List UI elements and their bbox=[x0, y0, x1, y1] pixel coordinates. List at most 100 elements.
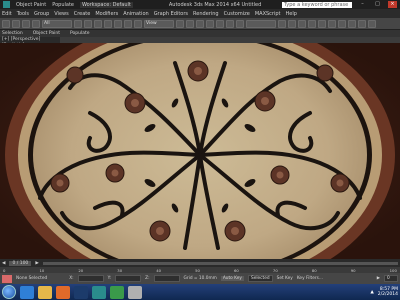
status-bar: None Selected X: Y: Z: Grid = 10.0mm Aut… bbox=[0, 273, 400, 284]
time-slider-track[interactable] bbox=[42, 261, 398, 265]
y-coordinate-field[interactable] bbox=[115, 275, 142, 282]
unlink-icon[interactable] bbox=[32, 19, 40, 28]
scale-icon[interactable] bbox=[134, 19, 142, 28]
render-icon[interactable] bbox=[368, 19, 376, 28]
select-object-icon[interactable] bbox=[74, 19, 82, 28]
select-by-name-icon[interactable] bbox=[84, 19, 92, 28]
maximize-button[interactable]: □ bbox=[373, 1, 382, 8]
tick-label: 100 bbox=[389, 267, 397, 273]
menu-maxscript[interactable]: MAXScript bbox=[255, 11, 281, 17]
spinner-snap-icon[interactable] bbox=[236, 19, 244, 28]
z-coordinate-field[interactable] bbox=[153, 275, 180, 282]
tick-label: 40 bbox=[156, 267, 162, 273]
menu-group[interactable]: Group bbox=[34, 11, 49, 17]
network-icon[interactable]: ▲ bbox=[370, 290, 373, 295]
menu-graph-editors[interactable]: Graph Editors bbox=[154, 11, 188, 17]
menu-rendering[interactable]: Rendering bbox=[193, 11, 219, 17]
time-slider: ◀ 0 / 100 ▶ bbox=[0, 259, 400, 267]
app-logo-icon[interactable] bbox=[3, 1, 10, 8]
align-icon[interactable] bbox=[288, 19, 296, 28]
menu-customize[interactable]: Customize bbox=[224, 11, 250, 17]
taskbar-app6-icon[interactable] bbox=[110, 285, 124, 299]
current-frame-field[interactable]: 0 bbox=[384, 275, 398, 282]
ribbon-tab-selection[interactable]: Selection bbox=[2, 31, 23, 36]
minimize-button[interactable]: – bbox=[358, 1, 367, 8]
start-button[interactable] bbox=[2, 285, 16, 299]
prev-frame-icon[interactable]: ◀ bbox=[2, 261, 5, 266]
menu-bar: Edit Tools Group Views Create Modifiers … bbox=[0, 9, 400, 18]
select-manipulate-icon[interactable] bbox=[186, 19, 194, 28]
grid-readout: Grid = 10.0mm bbox=[183, 276, 217, 281]
schematic-view-icon[interactable] bbox=[328, 19, 336, 28]
menu-tools[interactable]: Tools bbox=[17, 11, 29, 17]
title-menu-populate[interactable]: Populate bbox=[52, 2, 74, 8]
link-icon[interactable] bbox=[22, 19, 30, 28]
clock[interactable]: 8:57 PM 2/2/2014 bbox=[378, 287, 398, 297]
menu-animation[interactable]: Animation bbox=[123, 11, 149, 17]
material-editor-icon[interactable] bbox=[338, 19, 346, 28]
tick-label: 90 bbox=[350, 267, 356, 273]
menu-create[interactable]: Create bbox=[74, 11, 91, 17]
windows-taskbar: ▲ 8:57 PM 2/2/2014 bbox=[0, 284, 400, 300]
auto-key-button[interactable]: Auto Key bbox=[220, 276, 244, 281]
x-label: X: bbox=[69, 276, 74, 281]
selection-filter-dropdown[interactable]: All bbox=[42, 19, 72, 28]
tick-label: 20 bbox=[78, 267, 84, 273]
selection-status: None Selected bbox=[16, 276, 48, 281]
close-button[interactable]: × bbox=[388, 1, 397, 8]
window-crossing-icon[interactable] bbox=[104, 19, 112, 28]
snap-icon[interactable] bbox=[206, 19, 214, 28]
next-frame-icon[interactable]: ▶ bbox=[35, 261, 38, 266]
taskbar-3dsmax-icon[interactable] bbox=[92, 285, 106, 299]
tick-label: 10 bbox=[39, 267, 45, 273]
title-menu-object-paint[interactable]: Object Paint bbox=[16, 2, 46, 8]
search-input[interactable]: Type a keyword or phrase bbox=[282, 1, 352, 8]
redo-icon[interactable] bbox=[12, 19, 20, 28]
ribbon-tabs: Selection Object Paint Populate bbox=[0, 30, 400, 37]
rotate-icon[interactable] bbox=[124, 19, 132, 28]
clock-date: 2/2/2014 bbox=[377, 292, 398, 297]
ribbon-tab-populate[interactable]: Populate bbox=[70, 31, 90, 36]
rendered-frame-icon[interactable] bbox=[358, 19, 366, 28]
auto-key-selected-dropdown[interactable]: Selected bbox=[247, 275, 273, 282]
menu-views[interactable]: Views bbox=[54, 11, 68, 17]
menu-edit[interactable]: Edit bbox=[2, 11, 12, 17]
system-tray: ▲ 8:57 PM 2/2/2014 bbox=[370, 287, 398, 297]
menu-modifiers[interactable]: Modifiers bbox=[95, 11, 118, 17]
key-filters-button[interactable]: Key Filters... bbox=[297, 276, 323, 281]
tick-label: 0 bbox=[3, 267, 6, 273]
x-coordinate-field[interactable] bbox=[77, 275, 104, 282]
marble-floor-render bbox=[0, 43, 400, 259]
layer-icon[interactable] bbox=[298, 19, 306, 28]
reference-coord-dropdown[interactable]: View bbox=[144, 19, 174, 28]
named-selection-dropdown[interactable] bbox=[246, 19, 276, 28]
menu-help[interactable]: Help bbox=[286, 11, 297, 17]
move-icon[interactable] bbox=[114, 19, 122, 28]
taskbar-app7-icon[interactable] bbox=[128, 285, 142, 299]
play-animation-icon[interactable]: ▶ bbox=[377, 276, 380, 281]
angle-snap-icon[interactable] bbox=[216, 19, 224, 28]
frame-counter[interactable]: 0 / 100 bbox=[9, 260, 32, 266]
curve-editor-icon[interactable] bbox=[318, 19, 326, 28]
workspace-selector[interactable]: Workspace: Default bbox=[79, 1, 133, 8]
tick-label: 60 bbox=[234, 267, 239, 273]
taskbar-photoshop-icon[interactable] bbox=[74, 285, 88, 299]
ribbon-toggle-icon[interactable] bbox=[308, 19, 316, 28]
keyboard-shortcut-icon[interactable] bbox=[196, 19, 204, 28]
maxscript-listener-icon[interactable] bbox=[2, 274, 12, 283]
render-setup-icon[interactable] bbox=[348, 19, 356, 28]
ribbon-tab-object-paint[interactable]: Object Paint bbox=[33, 31, 60, 36]
taskbar-ie-icon[interactable] bbox=[20, 285, 34, 299]
rect-select-icon[interactable] bbox=[94, 19, 102, 28]
undo-icon[interactable] bbox=[2, 19, 10, 28]
main-toolbar: All View bbox=[0, 18, 400, 30]
tick-label: 30 bbox=[117, 267, 123, 273]
set-key-button[interactable]: Set Key bbox=[277, 276, 293, 281]
pivot-icon[interactable] bbox=[176, 19, 184, 28]
perspective-viewport[interactable] bbox=[0, 43, 400, 259]
taskbar-explorer-icon[interactable] bbox=[38, 285, 52, 299]
mirror-icon[interactable] bbox=[278, 19, 286, 28]
percent-snap-icon[interactable] bbox=[226, 19, 234, 28]
title-bar: Object Paint Populate Workspace: Default… bbox=[0, 0, 400, 9]
taskbar-media-icon[interactable] bbox=[56, 285, 70, 299]
